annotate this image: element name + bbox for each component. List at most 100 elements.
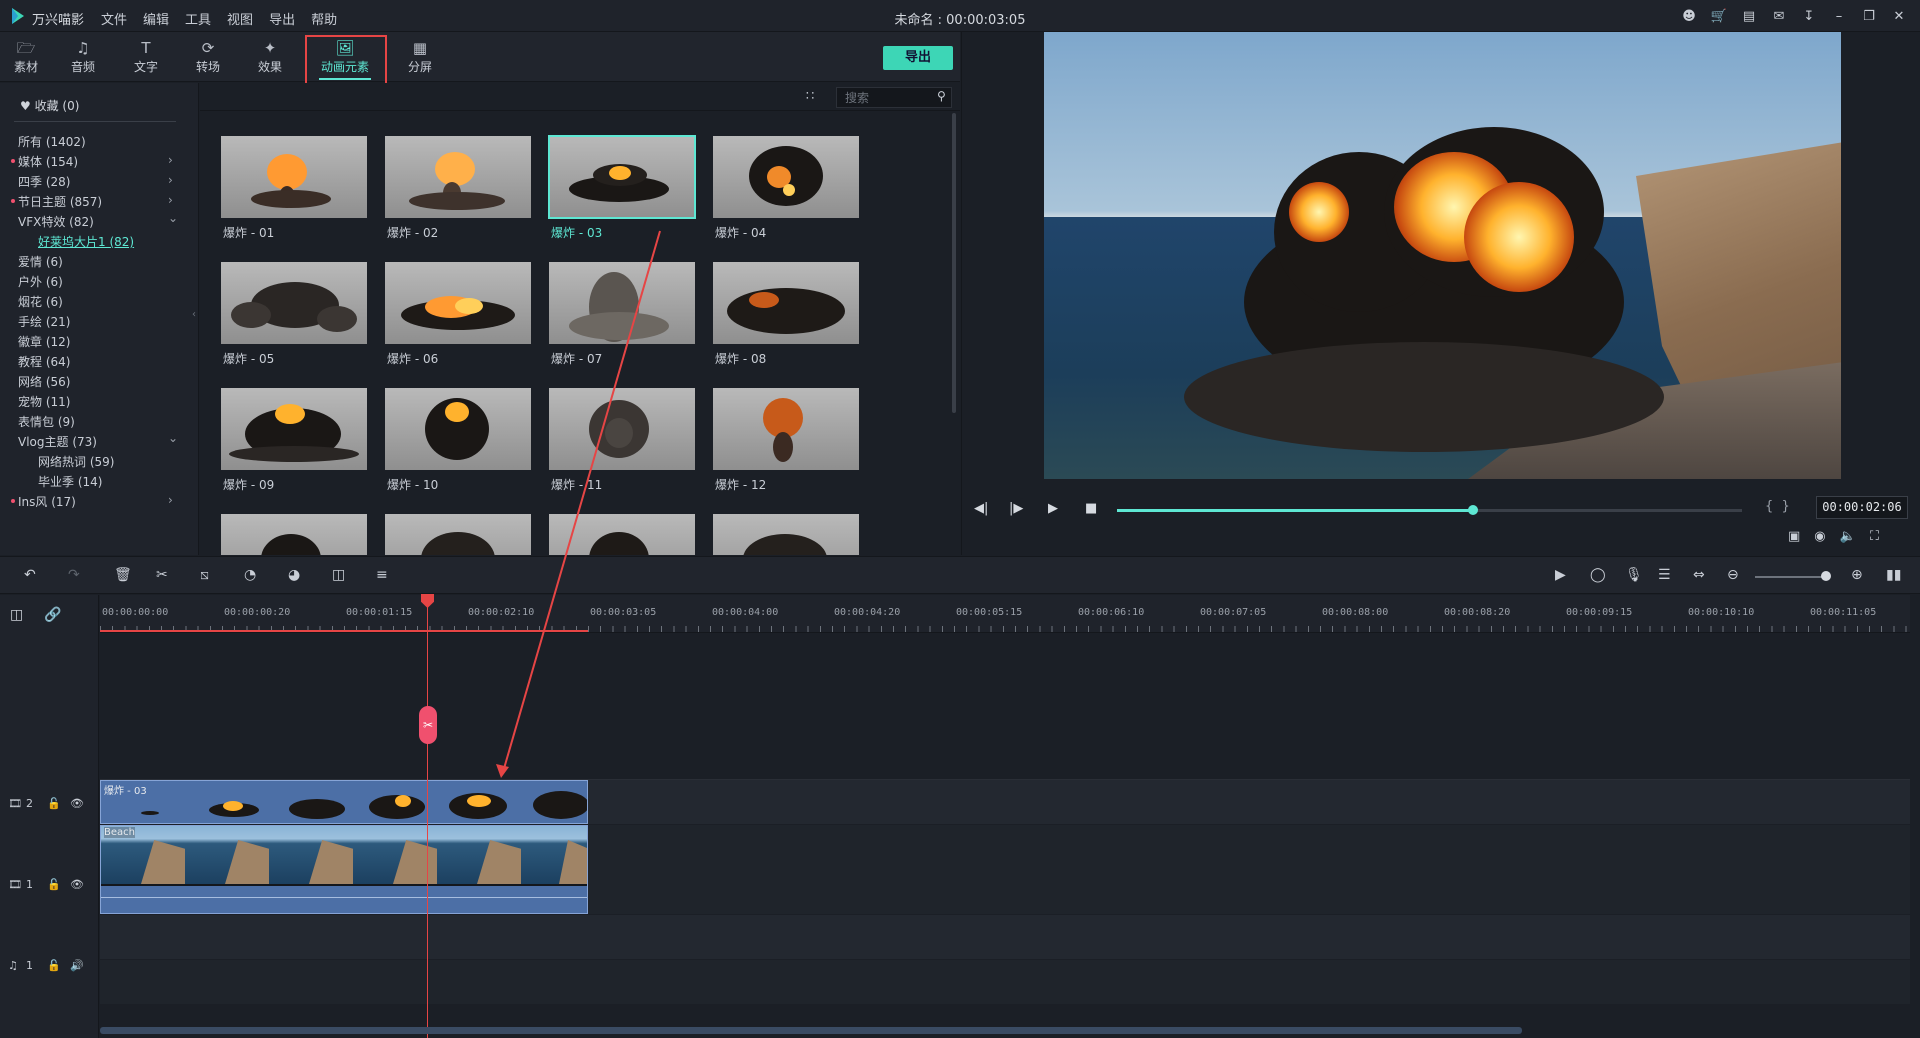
sidebar-item-hot-words[interactable]: 网络热词 (59) bbox=[38, 453, 114, 470]
speed-icon[interactable]: ◔ bbox=[244, 567, 256, 583]
eye-icon[interactable]: 👁 bbox=[70, 878, 84, 891]
chevron-right-icon[interactable]: › bbox=[168, 493, 173, 507]
library-scrollbar[interactable] bbox=[952, 113, 956, 413]
grid-view-icon[interactable]: ∷ bbox=[806, 89, 814, 104]
element-tile[interactable]: 爆炸 - 03 bbox=[548, 135, 696, 240]
element-tile[interactable]: 爆炸 - 02 bbox=[385, 136, 531, 240]
restore-icon[interactable]: ❐ bbox=[1860, 7, 1878, 25]
step-back-icon[interactable]: ◀| bbox=[974, 501, 988, 516]
snapshot-icon[interactable]: ◉ bbox=[1814, 529, 1825, 544]
tab-audio[interactable]: ♫ 音频 bbox=[57, 38, 109, 78]
search-icon[interactable]: ⚲ bbox=[937, 89, 946, 103]
stop-icon[interactable]: ■ bbox=[1085, 501, 1097, 516]
sidebar-item-media[interactable]: 媒体 (154) bbox=[11, 153, 78, 170]
sidebar-item-ins[interactable]: Ins风 (17) bbox=[11, 493, 76, 510]
menu-help[interactable]: 帮助 bbox=[311, 9, 337, 28]
element-tile[interactable]: 爆炸 - 10 bbox=[385, 388, 531, 492]
link-icon[interactable]: 🔗 bbox=[44, 607, 61, 623]
save-icon[interactable]: ▤ bbox=[1740, 7, 1758, 25]
green-screen-icon[interactable]: ◫ bbox=[332, 567, 345, 583]
timeline-scrollbar[interactable] bbox=[100, 1027, 1522, 1034]
eye-icon[interactable]: 👁 bbox=[70, 797, 84, 810]
playhead-line[interactable] bbox=[427, 594, 428, 1038]
sidebar-item-badges[interactable]: 徽章 (12) bbox=[18, 333, 70, 350]
redo-icon[interactable]: ↷ bbox=[68, 567, 80, 583]
element-tile[interactable] bbox=[713, 514, 859, 555]
element-tile[interactable] bbox=[549, 514, 695, 555]
user-icon[interactable]: ☻ bbox=[1680, 7, 1698, 25]
sidebar-item-seasons[interactable]: 四季 (28) bbox=[18, 173, 70, 190]
sidebar-item-handdrawn[interactable]: 手绘 (21) bbox=[18, 313, 70, 330]
element-tile[interactable]: 爆炸 - 08 bbox=[713, 262, 859, 366]
sidebar-item-hollywood[interactable]: 好莱坞大片1 (82) bbox=[38, 233, 134, 250]
sidebar-item-emoji[interactable]: 表情包 (9) bbox=[18, 413, 75, 430]
lock-icon[interactable]: 🔓 bbox=[47, 878, 61, 891]
chevron-right-icon[interactable]: › bbox=[168, 173, 173, 187]
microphone-icon[interactable]: 🎙 bbox=[1625, 567, 1643, 583]
favorites-item[interactable]: ♥ 收藏 (0) bbox=[20, 97, 79, 114]
lock-icon[interactable]: 🔓 bbox=[47, 959, 61, 972]
cart-icon[interactable]: 🛒 bbox=[1710, 7, 1728, 25]
zoom-out-icon[interactable]: ⊖ bbox=[1727, 567, 1739, 583]
step-forward-icon[interactable]: |▶ bbox=[1009, 501, 1023, 516]
chevron-down-icon[interactable]: ⌄ bbox=[168, 211, 178, 225]
element-tile[interactable]: 爆炸 - 12 bbox=[713, 388, 859, 492]
sidebar-item-vfx[interactable]: VFX特效 (82) bbox=[18, 213, 94, 230]
video-preview[interactable] bbox=[1044, 32, 1841, 479]
sidebar-item-tutorial[interactable]: 教程 (64) bbox=[18, 353, 70, 370]
element-tile[interactable] bbox=[385, 514, 531, 555]
sidebar-item-love[interactable]: 爱情 (6) bbox=[18, 253, 63, 270]
tab-text[interactable]: T 文字 bbox=[120, 38, 172, 78]
element-tile[interactable]: 爆炸 - 09 bbox=[221, 388, 367, 492]
scissors-icon[interactable]: ✂ bbox=[419, 706, 437, 744]
crop-icon[interactable]: ⧅ bbox=[200, 567, 209, 583]
mark-in-out-icon[interactable]: { } bbox=[1765, 499, 1790, 514]
element-tile[interactable]: 爆炸 - 01 bbox=[221, 136, 367, 240]
display-settings-icon[interactable]: ▣ bbox=[1788, 529, 1800, 544]
sidebar-item-all[interactable]: 所有 (1402) bbox=[18, 133, 86, 150]
add-track-icon[interactable]: ◫ bbox=[10, 607, 23, 623]
element-tile[interactable]: 爆炸 - 05 bbox=[221, 262, 367, 366]
menu-edit[interactable]: 编辑 bbox=[143, 9, 169, 28]
progress-knob[interactable] bbox=[1468, 505, 1479, 515]
menu-export[interactable]: 导出 bbox=[269, 9, 295, 28]
zoom-knob[interactable] bbox=[1821, 571, 1831, 581]
delete-icon[interactable]: 🗑 bbox=[114, 567, 132, 583]
close-icon[interactable]: ✕ bbox=[1890, 7, 1908, 25]
element-tile[interactable]: 爆炸 - 07 bbox=[549, 262, 695, 366]
fullscreen-icon[interactable]: ⛶ bbox=[1870, 529, 1879, 544]
element-tile[interactable]: 爆炸 - 06 bbox=[385, 262, 531, 366]
zoom-in-icon[interactable]: ⊕ bbox=[1851, 567, 1863, 583]
menu-tools[interactable]: 工具 bbox=[185, 9, 211, 28]
zoom-slider[interactable] bbox=[1755, 576, 1827, 578]
export-button[interactable]: 导出 bbox=[883, 46, 953, 70]
tab-split-screen[interactable]: ▦ 分屏 bbox=[394, 38, 446, 78]
chevron-right-icon[interactable]: › bbox=[168, 193, 173, 207]
speaker-icon[interactable]: 🔊 bbox=[70, 959, 84, 972]
chevron-down-icon[interactable]: ⌄ bbox=[168, 431, 178, 445]
marker-icon[interactable]: ◯ bbox=[1590, 567, 1606, 583]
mail-icon[interactable]: ✉ bbox=[1770, 7, 1788, 25]
clip-beach[interactable]: Beach bbox=[100, 825, 588, 914]
search-input[interactable] bbox=[836, 87, 952, 108]
element-tile[interactable]: 爆炸 - 11 bbox=[549, 388, 695, 492]
tab-media[interactable]: 🗁 素材 bbox=[0, 38, 52, 78]
cut-icon[interactable]: ✂ bbox=[156, 567, 168, 583]
download-icon[interactable]: ↧ bbox=[1800, 7, 1818, 25]
sidebar-item-pets[interactable]: 宠物 (11) bbox=[18, 393, 70, 410]
render-icon[interactable]: ▶ bbox=[1555, 567, 1566, 583]
audio-mixer-icon[interactable]: ☰ bbox=[1658, 567, 1671, 583]
sidebar-item-fireworks[interactable]: 烟花 (6) bbox=[18, 293, 63, 310]
sidebar-item-graduation[interactable]: 毕业季 (14) bbox=[38, 473, 102, 490]
minimize-icon[interactable]: – bbox=[1830, 7, 1848, 25]
element-tile[interactable]: 爆炸 - 04 bbox=[713, 136, 859, 240]
sidebar-item-network[interactable]: 网络 (56) bbox=[18, 373, 70, 390]
lock-icon[interactable]: 🔓 bbox=[47, 797, 61, 810]
sidebar-item-outdoor[interactable]: 户外 (6) bbox=[18, 273, 63, 290]
undo-icon[interactable]: ↶ bbox=[24, 567, 36, 583]
tab-effects[interactable]: ✦ 效果 bbox=[244, 38, 296, 78]
fit-icon[interactable]: ⇔ bbox=[1693, 567, 1705, 583]
layout-icon[interactable]: ▮▮ bbox=[1886, 567, 1901, 583]
sidebar-item-vlog[interactable]: Vlog主题 (73) bbox=[18, 433, 97, 450]
clip-explosion[interactable]: 爆炸 - 03 bbox=[100, 780, 588, 824]
